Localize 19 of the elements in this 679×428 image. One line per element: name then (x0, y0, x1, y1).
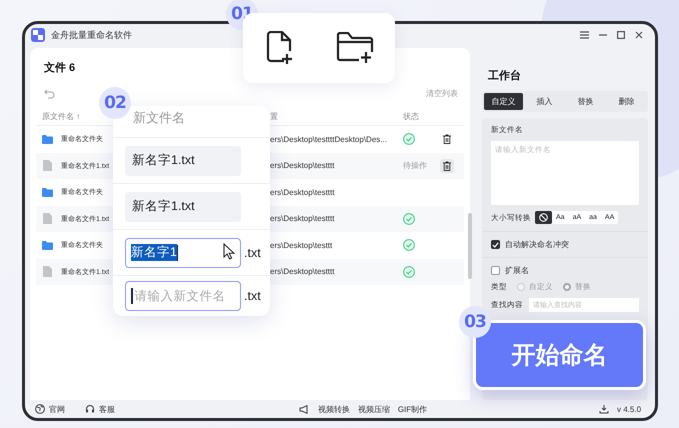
status-text: 待操作 (403, 160, 427, 172)
file-path: ers\Desktop\testtt (270, 240, 334, 250)
file-path: ers\Desktop\testttt (270, 267, 336, 276)
file-path: ers\Desktop\testttt (270, 214, 336, 224)
version-label: v 4.5.0 (617, 404, 642, 414)
file-path: ers\Desktop\testttt (270, 161, 336, 170)
extension-text: .txt (244, 246, 261, 260)
new-name-value: 新名字1.txt (125, 146, 241, 176)
column-header: 置 (270, 110, 278, 122)
column-header: 状态 (403, 110, 419, 122)
window-title: 金舟批量重命名软件 (51, 28, 132, 42)
new-name-value: 新名字1.txt (125, 192, 241, 222)
panel-title: 工作台 (488, 68, 522, 83)
extension-text: .txt (244, 289, 261, 303)
file-path: ers\Desktop\testtttDesktop\Des... (270, 134, 388, 144)
checkbox-label: 扩展名 (505, 265, 529, 276)
checkbox-label: 自动解决命名冲突 (505, 239, 569, 250)
panel-title: 文件 6 (44, 60, 76, 75)
file-path: ers\Desktop\testttt (270, 188, 336, 197)
